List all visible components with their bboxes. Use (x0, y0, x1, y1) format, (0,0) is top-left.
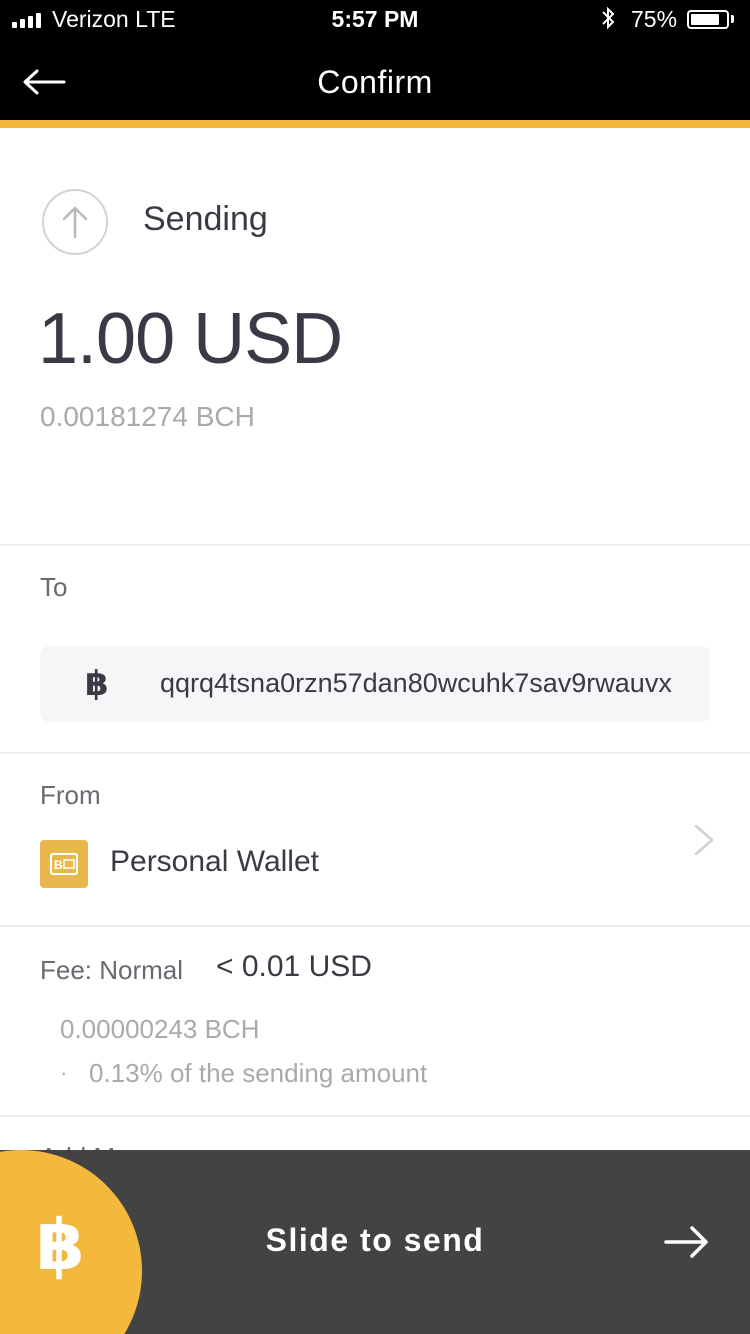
fee-label: Fee: Normal (40, 955, 184, 985)
battery-percent: 75% (631, 6, 678, 32)
recipient-address-field[interactable]: ฿ qqrq4tsna0rzn57dan80wcuhk7sav9rwauvx (40, 646, 710, 722)
wallet-icon: B (40, 840, 88, 888)
battery-icon (687, 10, 729, 29)
chevron-right-icon[interactable] (688, 820, 718, 860)
bluetooth-icon (600, 6, 616, 36)
fee-percent: 0.13% of the sending amount (89, 1058, 428, 1088)
divider (0, 544, 750, 546)
fee-amount-crypto: 0.00000243 BCH (60, 1014, 260, 1044)
status-bar: Verizon LTE 5:57 PM 75% (0, 0, 750, 40)
bullet-dot: · (60, 1060, 68, 1085)
accent-divider (0, 120, 750, 128)
slide-to-send-bar[interactable]: ฿ Slide to send (0, 1150, 750, 1334)
from-label: From (40, 780, 101, 810)
divider (0, 752, 750, 754)
recipient-address: qqrq4tsna0rzn57dan80wcuhk7sav9rwauvx (160, 668, 672, 698)
fee-amount-fiat: < 0.01 USD (216, 950, 372, 983)
battery-tip (731, 15, 734, 23)
sending-label: Sending (143, 200, 268, 238)
to-label: To (40, 572, 68, 602)
bitcoin-icon: ฿ (85, 665, 109, 703)
top-bar: Verizon LTE 5:57 PM 75% Confirm (0, 0, 750, 120)
send-amount-crypto: 0.00181274 BCH (40, 401, 255, 432)
page-title: Confirm (317, 64, 433, 100)
arrow-right-icon (664, 1224, 710, 1260)
send-amount-fiat: 1.00 USD (38, 299, 343, 379)
svg-text:B: B (54, 858, 63, 872)
wallet-name[interactable]: Personal Wallet (110, 845, 319, 879)
divider (0, 1115, 750, 1117)
slide-to-send-label: Slide to send (265, 1222, 485, 1258)
arrow-up-circle-icon (42, 189, 108, 255)
divider (0, 925, 750, 927)
